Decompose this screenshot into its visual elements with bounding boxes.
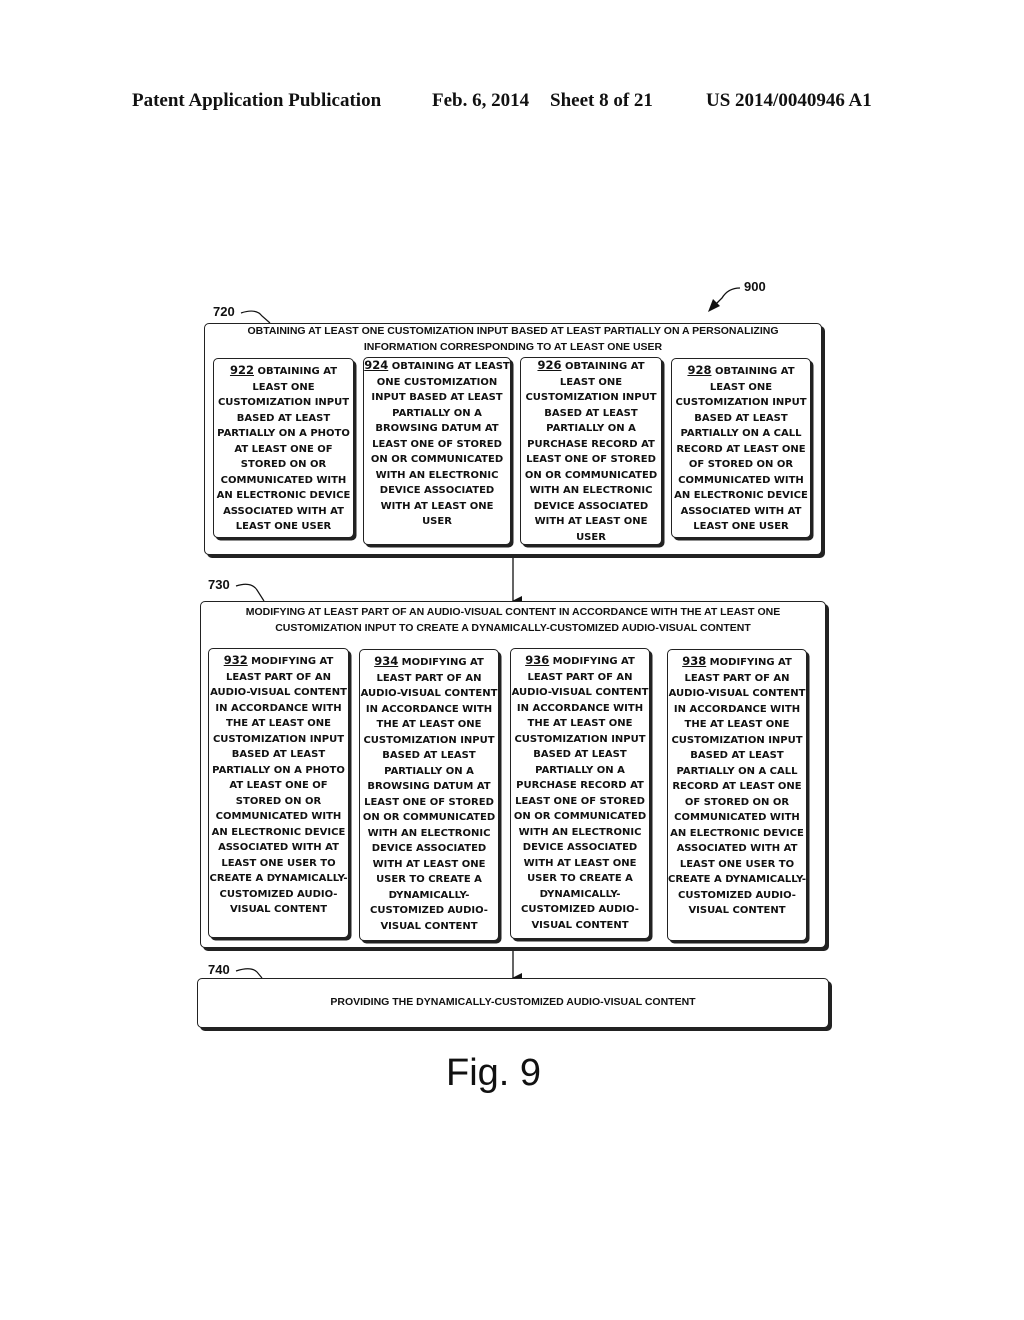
step-740-box: PROVIDING THE DYNAMICALLY-CUSTOMIZED AUD… — [197, 978, 829, 1028]
ref-730: 730 — [208, 577, 230, 592]
substep-934-text: MODIFYING AT LEAST PART OF AN AUDIO-VISU… — [360, 657, 498, 932]
substep-936-number: 936 — [525, 653, 550, 667]
substep-938-number: 938 — [682, 654, 707, 668]
substep-934-box: 934 MODIFYING AT LEAST PART OF AN AUDIO-… — [359, 649, 499, 941]
substep-924-box: 924 OBTAINING AT LEAST ONE CUSTOMIZATION… — [363, 357, 511, 545]
ref-740: 740 — [208, 962, 230, 977]
substep-934-number: 934 — [374, 654, 399, 668]
substep-928-text: OBTAINING AT LEAST ONE CUSTOMIZATION INP… — [674, 366, 808, 532]
substep-924-number: 924 — [364, 358, 389, 372]
ref-730-leader — [235, 583, 265, 602]
substep-938-box: 938 MODIFYING AT LEAST PART OF AN AUDIO-… — [667, 649, 807, 941]
substep-926-number: 926 — [537, 358, 562, 372]
ref-720: 720 — [213, 304, 235, 319]
figure-label: Fig. 9 — [446, 1052, 542, 1094]
ref-720-leader — [240, 310, 271, 324]
substep-932-number: 932 — [223, 653, 248, 667]
substep-938-text: MODIFYING AT LEAST PART OF AN AUDIO-VISU… — [668, 657, 806, 916]
substep-928-number: 928 — [687, 363, 712, 377]
substep-922-text: OBTAINING AT LEAST ONE CUSTOMIZATION INP… — [216, 366, 351, 532]
substep-922-box: 922 OBTAINING AT LEAST ONE CUSTOMIZATION… — [213, 358, 354, 538]
substep-926-text: OBTAINING AT LEAST ONE CUSTOMIZATION INP… — [524, 361, 658, 543]
substep-924-text: OBTAINING AT LEAST ONE CUSTOMIZATION INP… — [370, 361, 510, 527]
substep-936-text: MODIFYING AT LEAST PART OF AN AUDIO-VISU… — [511, 656, 649, 931]
substep-932-text: MODIFYING AT LEAST PART OF AN AUDIO-VISU… — [209, 656, 348, 915]
substep-936-box: 936 MODIFYING AT LEAST PART OF AN AUDIO-… — [510, 648, 650, 939]
step-720-title: OBTAINING AT LEAST ONE CUSTOMIZATION INP… — [247, 325, 779, 353]
substep-932-box: 932 MODIFYING AT LEAST PART OF AN AUDIO-… — [208, 648, 349, 938]
step-740-title: PROVIDING THE DYNAMICALLY-CUSTOMIZED AUD… — [330, 996, 696, 1008]
ref-740-leader — [235, 968, 263, 979]
step-730-title: MODIFYING AT LEAST PART OF AN AUDIO-VISU… — [245, 606, 781, 634]
substep-926-box: 926 OBTAINING AT LEAST ONE CUSTOMIZATION… — [520, 357, 662, 545]
substep-928-box: 928 OBTAINING AT LEAST ONE CUSTOMIZATION… — [671, 358, 811, 538]
substep-922-number: 922 — [229, 363, 254, 377]
figure-ref-number: 900 — [744, 279, 766, 294]
